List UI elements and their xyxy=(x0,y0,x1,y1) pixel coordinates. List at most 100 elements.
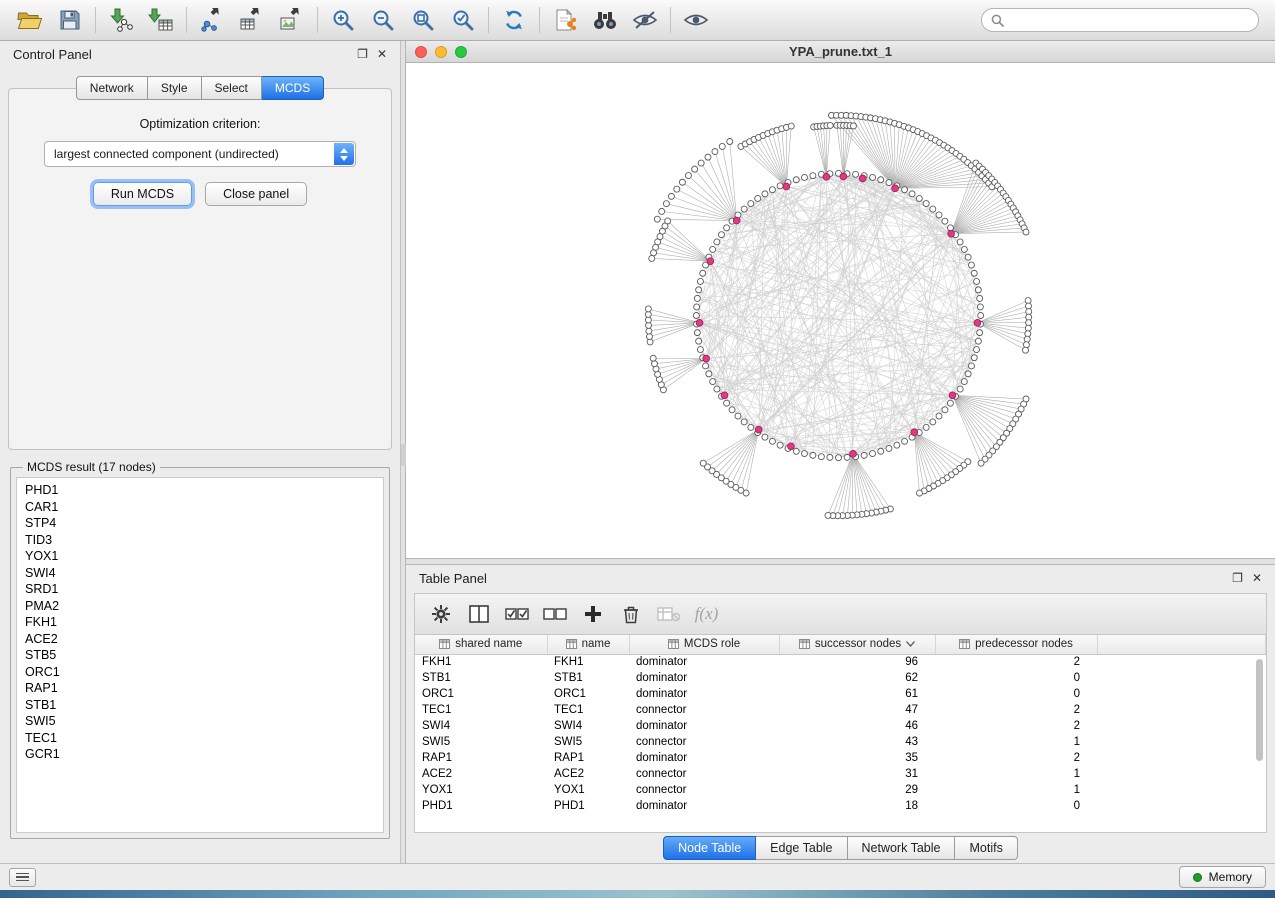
splitter-handle-icon[interactable] xyxy=(401,444,406,466)
table-row[interactable]: YOX1YOX1connector291 xyxy=(415,782,1266,798)
tab-edge-table[interactable]: Edge Table xyxy=(756,836,847,860)
column-header-shared-name[interactable]: shared name xyxy=(415,635,547,654)
table-row[interactable]: RAP1RAP1dominator352 xyxy=(415,750,1266,766)
table-row[interactable]: SWI4SWI4dominator462 xyxy=(415,718,1266,734)
zoom-in-button[interactable] xyxy=(323,3,363,37)
close-window-icon[interactable] xyxy=(415,46,427,58)
export-table-icon xyxy=(239,8,265,32)
share-document-button[interactable] xyxy=(545,3,585,37)
hide-details-button[interactable] xyxy=(625,3,665,37)
table-row[interactable]: PHD1PHD1dominator180 xyxy=(415,798,1266,814)
add-column-button[interactable] xyxy=(575,598,610,630)
table-row[interactable]: ORC1ORC1dominator610 xyxy=(415,686,1266,702)
function-builder-button[interactable]: f(x) xyxy=(689,598,724,630)
mcds-result-item[interactable]: SRD1 xyxy=(17,581,383,598)
network-search-box[interactable] xyxy=(981,8,1259,32)
column-header-name[interactable]: name xyxy=(547,635,629,654)
import-network-button[interactable] xyxy=(101,3,141,37)
tab-network-table[interactable]: Network Table xyxy=(848,836,956,860)
mcds-result-list[interactable]: PHD1CAR1STP4TID3YOX1SWI4SRD1PMA2FKH1ACE2… xyxy=(16,477,384,833)
desktop-background xyxy=(0,890,1275,898)
save-session-button[interactable] xyxy=(50,3,90,37)
column-type-icon xyxy=(566,639,577,649)
select-all-button[interactable] xyxy=(499,598,534,630)
show-columns-button[interactable] xyxy=(461,598,496,630)
open-session-button[interactable] xyxy=(10,3,50,37)
panel-menu-button[interactable] xyxy=(9,868,36,887)
memory-status-icon xyxy=(1193,873,1202,882)
delete-table-button[interactable] xyxy=(651,598,686,630)
table-row[interactable]: TEC1TEC1connector472 xyxy=(415,702,1266,718)
vertical-splitter[interactable] xyxy=(400,41,406,863)
mcds-result-item[interactable]: SWI5 xyxy=(17,713,383,730)
toolbar-separator xyxy=(539,7,540,33)
open-folder-icon xyxy=(17,9,43,31)
delete-column-button[interactable] xyxy=(613,598,648,630)
mcds-result-item[interactable]: PMA2 xyxy=(17,598,383,615)
network-canvas-svg xyxy=(406,63,1275,558)
close-panel-icon[interactable]: ✕ xyxy=(377,48,387,60)
mcds-result-item[interactable]: SWI4 xyxy=(17,565,383,582)
refresh-layout-icon xyxy=(502,8,526,32)
table-tabs: Node Table Edge Table Network Table Moti… xyxy=(406,833,1275,863)
deselect-all-button[interactable] xyxy=(537,598,572,630)
binoculars-button[interactable] xyxy=(585,3,625,37)
close-panel-button[interactable]: Close panel xyxy=(205,182,307,206)
tab-motifs[interactable]: Motifs xyxy=(955,836,1017,860)
table-row[interactable]: STB1STB1dominator620 xyxy=(415,670,1266,686)
export-image-button[interactable] xyxy=(272,3,312,37)
close-panel-icon[interactable]: ✕ xyxy=(1252,572,1262,584)
zoom-window-icon[interactable] xyxy=(455,46,467,58)
show-details-button[interactable] xyxy=(676,3,716,37)
table-row[interactable]: FKH1FKH1dominator962 xyxy=(415,654,1266,670)
mcds-result-item[interactable]: ORC1 xyxy=(17,664,383,681)
float-panel-icon[interactable]: ❐ xyxy=(1232,572,1243,584)
table-row[interactable]: SWI5SWI5connector431 xyxy=(415,734,1266,750)
mcds-result-item[interactable]: YOX1 xyxy=(17,548,383,565)
network-canvas[interactable] xyxy=(406,63,1275,558)
import-table-icon xyxy=(148,8,174,32)
tab-select[interactable]: Select xyxy=(202,76,262,100)
zoom-out-button[interactable] xyxy=(363,3,403,37)
zoom-fit-button[interactable] xyxy=(403,3,443,37)
mcds-result-item[interactable]: TID3 xyxy=(17,532,383,549)
toolbar-separator xyxy=(670,7,671,33)
tab-node-table[interactable]: Node Table xyxy=(663,836,756,860)
minimize-window-icon[interactable] xyxy=(435,46,447,58)
column-header-successor-nodes[interactable]: successor nodes xyxy=(779,635,935,654)
import-table-button[interactable] xyxy=(141,3,181,37)
mcds-result-item[interactable]: GCR1 xyxy=(17,746,383,763)
mcds-result-item[interactable]: TEC1 xyxy=(17,730,383,747)
tab-network[interactable]: Network xyxy=(76,76,148,100)
horizontal-splitter[interactable] xyxy=(406,558,1275,565)
table-row[interactable]: ACE2ACE2connector311 xyxy=(415,766,1266,782)
export-network-button[interactable] xyxy=(192,3,232,37)
mcds-result-group: MCDS result (17 nodes) PHD1CAR1STP4TID3Y… xyxy=(10,460,390,839)
mcds-result-item[interactable]: ACE2 xyxy=(17,631,383,648)
tab-style[interactable]: Style xyxy=(148,76,202,100)
float-panel-icon[interactable]: ❐ xyxy=(357,48,368,60)
zoom-selected-button[interactable] xyxy=(443,3,483,37)
mcds-result-item[interactable]: CAR1 xyxy=(17,499,383,516)
mcds-result-item[interactable]: STB1 xyxy=(17,697,383,714)
column-header-mcds-role[interactable]: MCDS role xyxy=(629,635,779,654)
mcds-result-item[interactable]: STB5 xyxy=(17,647,383,664)
table-settings-button[interactable] xyxy=(423,598,458,630)
network-window-titlebar[interactable]: YPA_prune.txt_1 xyxy=(406,41,1275,63)
mcds-result-item[interactable]: FKH1 xyxy=(17,614,383,631)
tab-mcds[interactable]: MCDS xyxy=(262,76,324,100)
mcds-result-item[interactable]: PHD1 xyxy=(17,482,383,499)
fx-icon: f(x) xyxy=(695,604,719,624)
mcds-result-item[interactable]: STP4 xyxy=(17,515,383,532)
export-table-button[interactable] xyxy=(232,3,272,37)
criterion-select[interactable]: largest connected component (undirected) xyxy=(44,141,356,167)
column-header-predecessor-nodes[interactable]: predecessor nodes xyxy=(935,635,1097,654)
run-mcds-button[interactable]: Run MCDS xyxy=(93,182,192,206)
mcds-result-item[interactable]: RAP1 xyxy=(17,680,383,697)
zoom-fit-icon xyxy=(411,8,435,32)
refresh-layout-button[interactable] xyxy=(494,3,534,37)
table-scrollbar[interactable] xyxy=(1256,659,1263,761)
search-input[interactable] xyxy=(1010,10,1249,30)
memory-button[interactable]: Memory xyxy=(1179,866,1266,888)
trash-icon xyxy=(621,604,641,624)
